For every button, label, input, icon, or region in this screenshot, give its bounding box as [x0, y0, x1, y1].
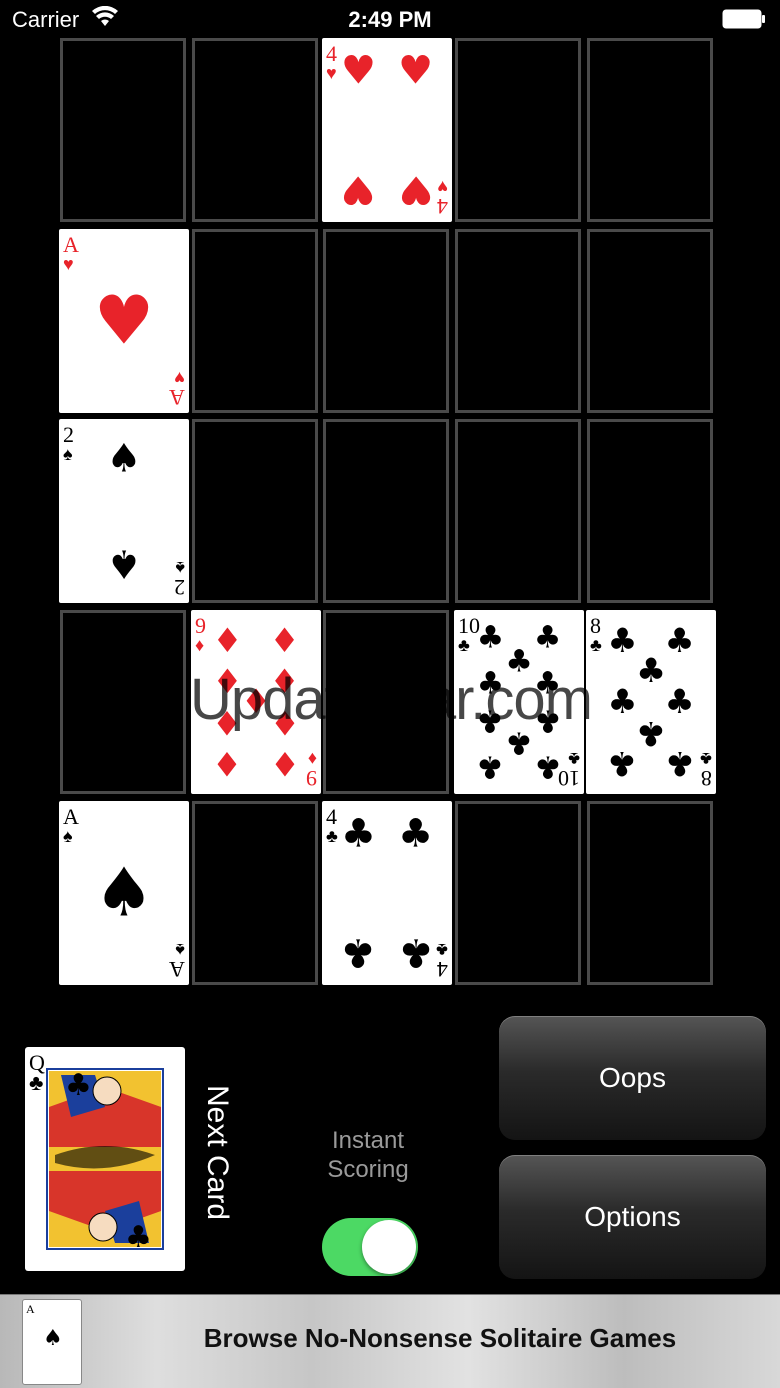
- banner-card-icon: A ♠: [22, 1299, 82, 1385]
- toggle-knob: [362, 1220, 416, 1274]
- suit-pip: ♦: [269, 621, 300, 661]
- card-A-hearts[interactable]: A ♥ A ♥ ♥: [59, 229, 189, 413]
- suit-pip: ♣: [398, 929, 434, 975]
- suit-pip: ♠: [93, 853, 155, 932]
- instant-scoring-label: Instant Scoring: [300, 1126, 436, 1184]
- card-index-top: 4 ♣: [326, 804, 338, 846]
- empty-slot[interactable]: [587, 229, 713, 413]
- suit-pip: ♥: [398, 48, 434, 94]
- status-bar: Carrier 2:49 PM: [0, 0, 780, 40]
- banner-card-rank: A: [26, 1302, 35, 1316]
- card-index-top: A ♠: [63, 804, 79, 846]
- card-index-bottom: 8 ♣: [700, 749, 712, 791]
- suit-pip: ♦: [212, 621, 243, 661]
- watermark: UpdateStar.com: [190, 667, 593, 732]
- battery-icon: [722, 9, 765, 29]
- instant-scoring-toggle[interactable]: [322, 1218, 418, 1276]
- suit-pip: ♣: [533, 619, 562, 656]
- svg-text:♣: ♣: [65, 1068, 92, 1103]
- banner-card-suit: ♠: [43, 1326, 63, 1351]
- card-index-bottom: 4 ♣: [436, 940, 448, 982]
- suit-pip: ♣: [476, 619, 505, 656]
- card-index-top: A ♥: [63, 232, 79, 274]
- banner-text: Browse No-Nonsense Solitaire Games: [203, 1323, 677, 1353]
- next-card-label: Next Card: [201, 1085, 234, 1221]
- suit-pip: ♣: [398, 811, 434, 857]
- next-card: ♣ ♣ Q ♣: [25, 1047, 185, 1271]
- empty-slot[interactable]: [455, 38, 581, 222]
- instant-scoring-line2: Scoring: [327, 1156, 409, 1183]
- suit-pip: ♥: [398, 166, 434, 212]
- empty-slot[interactable]: [587, 38, 713, 222]
- suit-pip: ♦: [269, 743, 300, 783]
- suit-pip: ♣: [533, 748, 562, 785]
- next-card-suit: ♣: [29, 1070, 44, 1095]
- suit-pip: ♠: [106, 436, 142, 482]
- suit-pip: ♥: [93, 281, 155, 360]
- suit-pip: ♣: [607, 743, 638, 783]
- empty-slot[interactable]: [587, 419, 713, 603]
- suit-pip: ♣: [635, 714, 667, 754]
- empty-slot[interactable]: [455, 229, 581, 413]
- card-index-top: 8 ♣: [590, 613, 602, 655]
- options-button[interactable]: Options: [499, 1155, 766, 1279]
- card-index-top: 4 ♥: [326, 41, 337, 83]
- card-index-bottom: A ♠: [169, 940, 185, 982]
- clock: 2:49 PM: [348, 7, 432, 32]
- suit-pip: ♥: [340, 48, 376, 94]
- empty-slot[interactable]: [323, 419, 449, 603]
- empty-slot[interactable]: [455, 801, 581, 985]
- empty-slot[interactable]: [455, 419, 581, 603]
- card-index-bottom: A ♥: [169, 368, 185, 410]
- suit-pip: ♣: [607, 682, 638, 722]
- suit-pip: ♣: [340, 929, 376, 975]
- suit-pip: ♣: [664, 682, 695, 722]
- card-index-bottom: 9 ♦: [306, 749, 317, 791]
- empty-slot[interactable]: [192, 229, 318, 413]
- empty-slot[interactable]: [192, 801, 318, 985]
- empty-slot[interactable]: [60, 38, 186, 222]
- suit-pip: ♣: [607, 621, 638, 661]
- card-4-clubs[interactable]: 4 ♣ 4 ♣ ♣ ♣ ♣ ♣: [322, 801, 452, 985]
- svg-text:♣: ♣: [125, 1220, 152, 1255]
- solitaire-ad-banner[interactable]: A ♠ Browse No-Nonsense Solitaire Games: [0, 1294, 780, 1388]
- suit-pip: ♠: [106, 540, 142, 586]
- card-index-bottom: 2 ♠: [174, 558, 185, 600]
- card-index-top: 2 ♠: [63, 422, 74, 464]
- instant-scoring-line1: Instant: [331, 1127, 405, 1154]
- game-grid: 4 ♥ 4 ♥ ♥ ♥ ♥ ♥ A ♥ A ♥ ♥ 2 ♠ 2 ♠ ♠ ♠ 9 ♦ 9 ♦ ♦ ♦ ♦ ♦ ♦ ♦ ♦ ♦ ♦ 10 ♣ 10 ♣ ♣ ♣…: [59, 38, 720, 988]
- empty-slot[interactable]: [192, 38, 318, 222]
- suit-pip: ♣: [664, 621, 695, 661]
- suit-pip: ♥: [340, 166, 376, 212]
- card-A-spades[interactable]: A ♠ A ♠ ♠: [59, 801, 189, 985]
- suit-pip: ♣: [635, 650, 667, 690]
- card-index-top: 9 ♦: [195, 613, 206, 655]
- empty-slot[interactable]: [60, 610, 186, 794]
- empty-slot[interactable]: [587, 801, 713, 985]
- oops-button[interactable]: Oops: [499, 1016, 766, 1140]
- card-index-bottom: 4 ♥: [437, 177, 448, 219]
- card-2-spades[interactable]: 2 ♠ 2 ♠ ♠ ♠: [59, 419, 189, 603]
- queen-of-clubs-face: ♣ ♣: [46, 1068, 164, 1255]
- suit-pip: ♣: [664, 743, 695, 783]
- next-card-label-wrap: Next Card: [198, 1085, 238, 1235]
- empty-slot[interactable]: [323, 229, 449, 413]
- empty-slot[interactable]: [192, 419, 318, 603]
- card-4-hearts[interactable]: 4 ♥ 4 ♥ ♥ ♥ ♥ ♥: [322, 38, 452, 222]
- card-8-clubs[interactable]: 8 ♣ 8 ♣ ♣ ♣ ♣ ♣ ♣ ♣ ♣ ♣: [586, 610, 716, 794]
- suit-pip: ♦: [212, 743, 243, 783]
- suit-pip: ♣: [476, 748, 505, 785]
- suit-pip: ♣: [340, 811, 376, 857]
